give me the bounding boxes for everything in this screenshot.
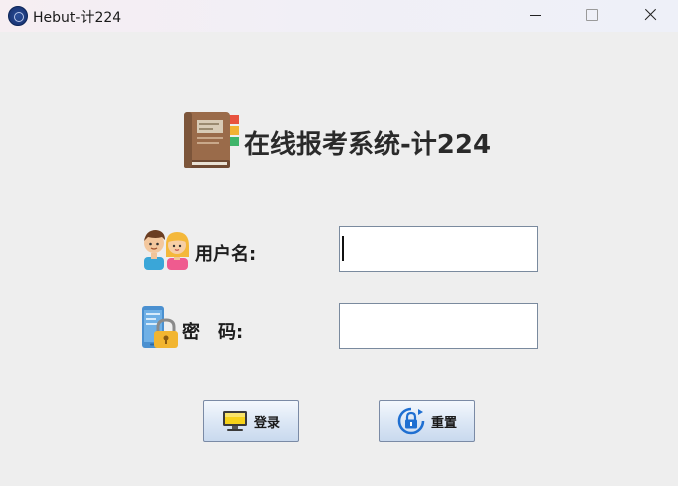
users-icon (144, 230, 189, 270)
book-icon (184, 112, 239, 168)
password-label: 密 码: (182, 322, 244, 343)
hebut-logo-icon (8, 6, 28, 26)
login-button[interactable]: 登录 (203, 400, 299, 442)
title-bar: Hebut-计224 (0, 0, 678, 32)
lock-phone-icon (142, 306, 178, 348)
computer-icon (222, 411, 247, 431)
window-title: Hebut-计224 (33, 10, 122, 26)
lock-refresh-icon (397, 407, 425, 435)
login-button-label: 登录 (253, 415, 280, 431)
page-title: 在线报考系统-计224 (244, 130, 492, 160)
text-caret (342, 236, 344, 261)
username-input[interactable] (339, 226, 538, 272)
maximize-button[interactable] (567, 0, 613, 32)
close-button[interactable] (626, 0, 672, 32)
password-input[interactable] (339, 303, 538, 349)
username-label: 用户名: (195, 244, 257, 265)
reset-button-label: 重置 (430, 415, 457, 431)
minimize-button[interactable] (512, 0, 558, 32)
reset-button[interactable]: 重置 (379, 400, 475, 442)
